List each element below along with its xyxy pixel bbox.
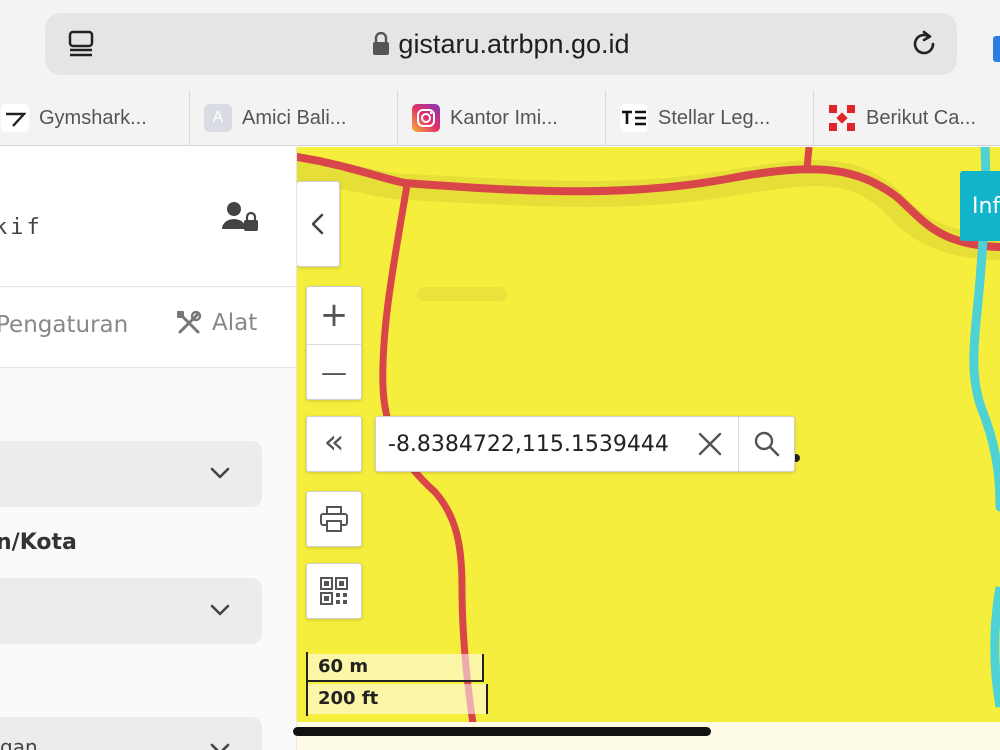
print-button[interactable] [306,491,362,547]
road-stub [803,147,813,170]
address-bar[interactable]: gistaru.atrbpn.go.id [45,13,957,75]
instagram-icon [412,104,440,132]
collapse-panel-button[interactable] [297,181,340,267]
panel-header-text: kif [0,215,43,240]
chevron-left-icon [311,213,324,235]
scale-metric: 60 m [318,656,369,677]
bookmark-stellar-leg[interactable]: Stellar Leg... [605,90,813,146]
bookmark-amici-bali[interactable]: A Amici Bali... [189,90,397,146]
home-indicator[interactable] [293,727,711,736]
zoom-in-button[interactable]: + [307,287,361,343]
lock-icon [373,32,390,55]
tools-icon [177,310,202,334]
panel-menu: Pengaturan Alat [0,288,296,368]
tools-tab[interactable]: Alat [176,310,257,336]
zoom-control: + — [306,286,362,400]
stellar-icon [620,104,648,132]
bookmarks-bar: Gymshark... A Amici Bali... Kantor Imi..… [0,90,1000,146]
search-icon [754,431,780,457]
info-button[interactable]: Inf [960,171,1000,241]
bookmark-berikut[interactable]: Berikut Ca... [813,90,1000,146]
double-chevron-left-icon: « [323,422,345,462]
expand-search-button[interactable]: « [306,416,362,472]
settings-tab[interactable]: Pengaturan [0,312,128,338]
qr-code-icon [320,577,348,605]
close-icon[interactable] [696,430,724,458]
gymshark-icon [1,104,29,132]
province-select[interactable] [0,441,262,507]
side-panel: kif Pengaturan Alat n/Kota [0,147,297,750]
browser-toolbar: gistaru.atrbpn.go.id [0,0,1000,90]
city-field-label: n/Kota [0,530,77,555]
berikut-icon [828,104,856,132]
coordinate-search [375,416,795,472]
printer-icon [320,506,348,532]
map-scale-bar: 60 m 200 ft [306,652,488,716]
qr-code-button[interactable] [306,563,362,619]
map-canvas[interactable]: + — « -8.8384722,115.1539444 Inf 60 m 20… [297,147,1000,750]
chevron-down-icon [210,467,230,479]
chevron-down-icon [210,743,230,750]
search-button[interactable] [738,417,795,471]
url-text: gistaru.atrbpn.go.id [398,28,630,59]
plus-icon: + [319,295,349,335]
user-lock-icon[interactable] [220,199,260,235]
third-select[interactable] [0,717,262,750]
bookmark-kantor-imi[interactable]: Kantor Imi... [397,90,605,146]
panel-header: kif [0,147,296,287]
zoom-out-button[interactable]: — [307,344,361,400]
letter-a-icon: A [204,104,232,132]
extension-icon[interactable] [993,36,1000,62]
bookmark-gymshark[interactable]: Gymshark... [0,90,189,146]
minus-icon: — [321,357,347,388]
scale-imperial: 200 ft [318,688,379,709]
city-select[interactable] [0,578,262,644]
partial-field-text: gan [0,735,38,750]
coordinate-search-input[interactable] [376,417,686,471]
chevron-down-icon [210,604,230,616]
reload-icon[interactable] [909,29,939,59]
